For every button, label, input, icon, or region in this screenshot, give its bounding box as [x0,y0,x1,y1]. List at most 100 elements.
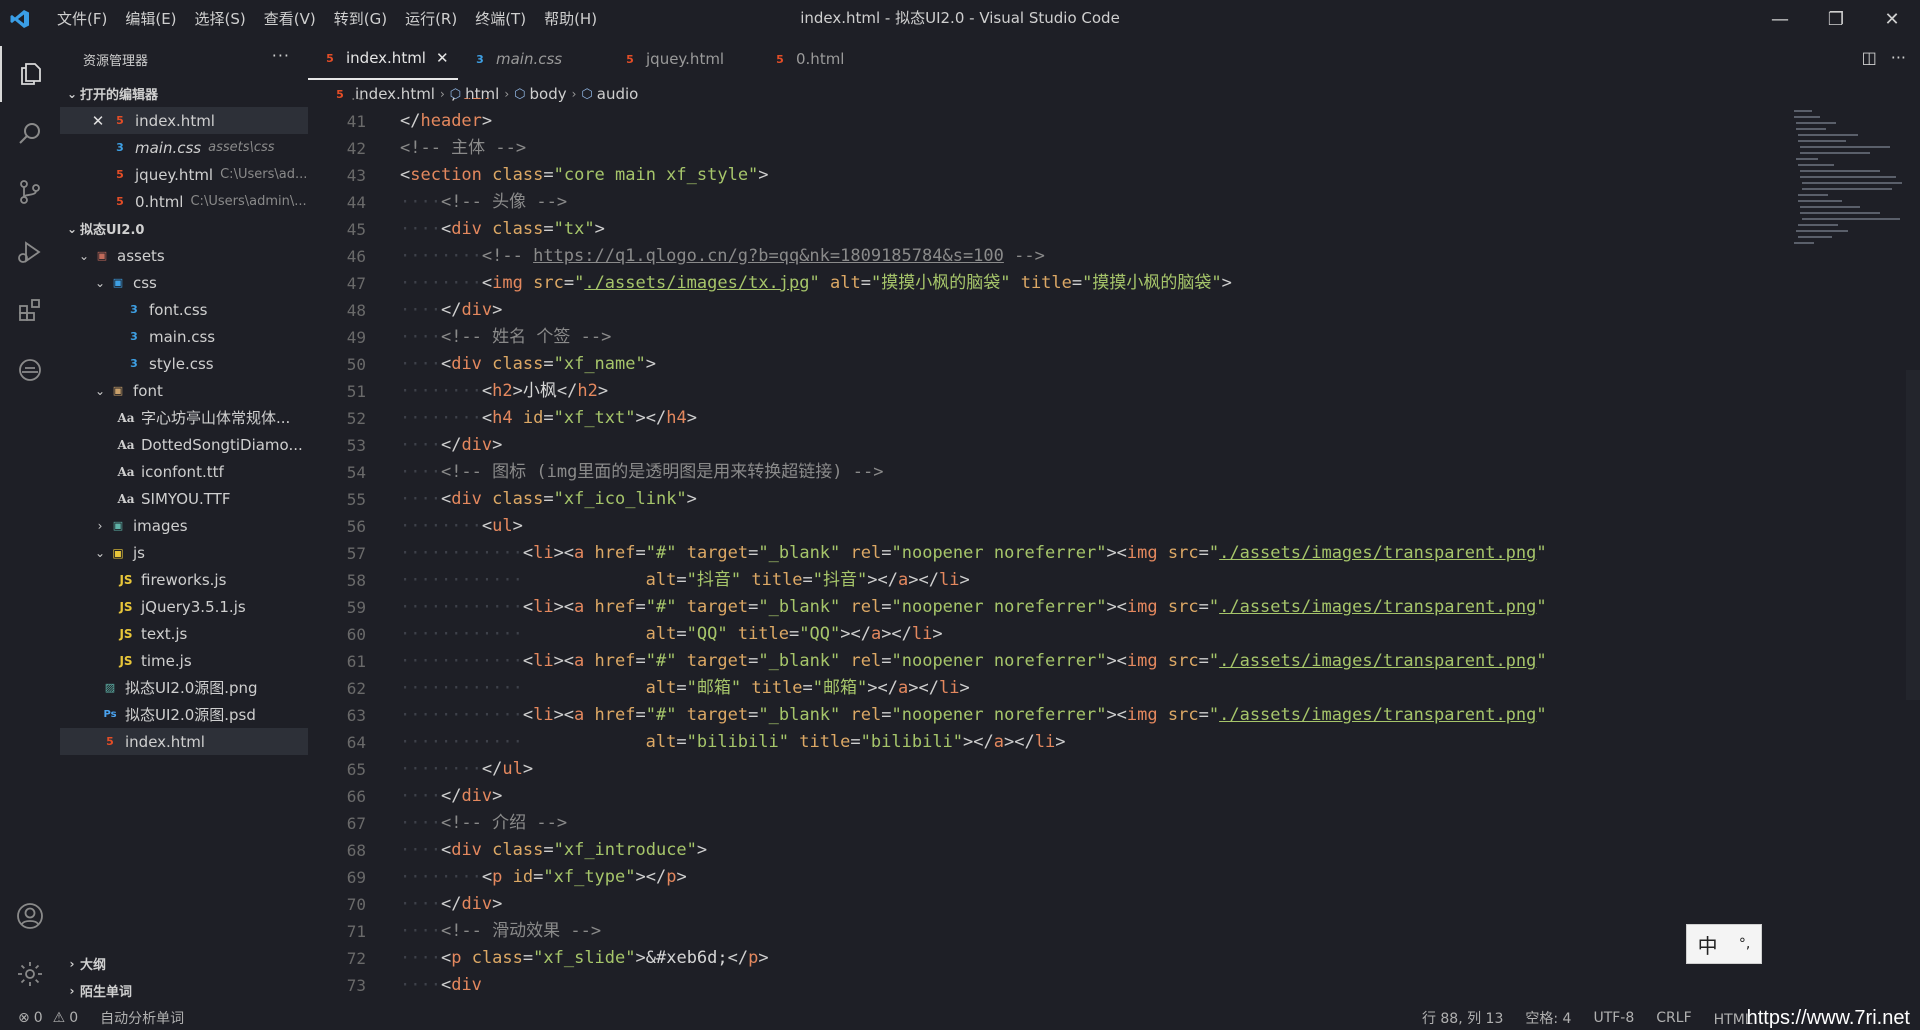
open-editor-item[interactable]: 5 0.html C:\Users\admin\... [60,188,308,215]
open-editor-item[interactable]: 3 main.css assets\css [60,134,308,161]
code-line: 72 ····<p class="xf_slide">&#xeb6d;</p> [308,945,1788,972]
split-editor-icon[interactable]: ◫ [1862,48,1877,67]
ime-toolbar[interactable]: 中 °, [1686,924,1762,964]
line-ending[interactable]: CRLF [1656,1010,1691,1026]
folder-js[interactable]: ⌄ ▣ js [60,539,308,566]
file-item[interactable]: JS time.js [60,647,308,674]
src-link[interactable]: ./assets/images/transparent.png [1219,651,1536,671]
attr-value: "#" [645,651,677,671]
chevron-down-icon: ⌄ [94,275,106,290]
menu-go[interactable]: 转到(G) [325,0,396,38]
tab-index-html[interactable]: 5 index.html ✕ [308,38,458,80]
tab-label: jquey.html [646,50,725,68]
src-link[interactable]: ./assets/images/transparent.png [1219,597,1536,617]
file-item[interactable]: JS text.js [60,620,308,647]
search-icon[interactable] [0,106,60,162]
tab-jquey-html[interactable]: 5 jquey.html [608,38,758,80]
open-editor-item[interactable]: ✕ 5 index.html [60,107,308,134]
tab-main-css[interactable]: 3 main.css [458,38,608,80]
file-name: DottedSongtiDiamo... [141,435,303,454]
file-item[interactable]: JS fireworks.js [60,566,308,593]
file-item[interactable]: Aa SIMYOU.TTF [60,485,308,512]
warning-count[interactable]: 0 [69,1010,78,1026]
src-link[interactable]: ./assets/images/transparent.png [1219,705,1536,725]
sidebar-header: 资源管理器 ··· [60,38,308,80]
more-actions-icon[interactable]: ··· [1891,48,1906,67]
error-icon[interactable]: ⊗ [18,1010,30,1026]
menu-terminal[interactable]: 终端(T) [466,0,535,38]
ime-mode[interactable]: 中 [1698,930,1718,959]
restore-icon[interactable]: ❐ [1808,0,1864,38]
file-item[interactable]: 3 style.css [60,350,308,377]
explorer-icon[interactable] [0,46,60,102]
line-number: 67 [346,814,366,833]
outline-section[interactable]: › 大纲 [60,950,308,977]
open-editors-section[interactable]: ⌄ 打开的编辑器 [60,80,308,107]
run-debug-icon[interactable] [0,224,60,280]
menu-help[interactable]: 帮助(H) [535,0,606,38]
html-file-icon: 5 [116,114,124,127]
close-icon[interactable]: ✕ [88,112,108,130]
title-bar: 文件(F) 编辑(E) 选择(S) 查看(V) 转到(G) 运行(R) 终端(T… [0,0,1920,38]
close-window-icon[interactable]: ✕ [1864,0,1920,38]
close-icon[interactable]: ✕ [436,49,449,67]
cursor-position[interactable]: 行 88, 列 13 [1422,1008,1503,1028]
settings-gear-icon[interactable] [0,946,60,1002]
file-item[interactable]: Ps 拟态UI2.0源图.psd [60,701,308,728]
tab-0-html[interactable]: 5 0.html [758,38,888,80]
vertical-scrollbar[interactable] [1906,370,1920,700]
file-name: fireworks.js [141,570,227,589]
project-section[interactable]: ⌄ 拟态UI2.0 [60,215,308,242]
account-icon[interactable] [0,888,60,944]
folder-assets[interactable]: ⌄ ▣ assets [60,242,308,269]
menu-view[interactable]: 查看(V) [255,0,325,38]
words-section[interactable]: › 陌生单词 [60,977,308,1004]
file-item[interactable]: JS jQuery3.5.1.js [60,593,308,620]
menu-bar: 文件(F) 编辑(E) 选择(S) 查看(V) 转到(G) 运行(R) 终端(T… [48,0,606,38]
menu-run[interactable]: 运行(R) [396,0,466,38]
file-item[interactable]: ▨ 拟态UI2.0源图.png [60,674,308,701]
indentation[interactable]: 空格: 4 [1525,1008,1571,1028]
font-file-icon: Aa [117,437,135,452]
code-editor[interactable]: 40····</div> 41</header> 42 <!-- 主体 --> 4… [308,98,1788,1004]
status-right: 行 88, 列 13 空格: 4 UTF-8 CRLF HTMLhttps://… [1422,1006,1920,1030]
file-name: 字心坊亭山体常规体... [141,409,291,427]
minimap[interactable] [1790,108,1910,308]
encoding[interactable]: UTF-8 [1593,1010,1634,1026]
remote-explorer-icon[interactable] [0,342,60,398]
file-item[interactable]: 5 index.html [60,728,308,755]
file-item[interactable]: Aa DottedSongtiDiamo... [60,431,308,458]
menu-selection[interactable]: 选择(S) [186,0,255,38]
error-count[interactable]: 0 [34,1010,43,1026]
open-editor-item[interactable]: 5 jquey.html C:\Users\ad... [60,161,308,188]
comment-link[interactable]: https://q1.qlogo.cn/g?b=qq&nk=1809185784… [533,246,1004,266]
css-file-icon: 3 [130,303,138,316]
code-line: 56 ········<ul> [308,513,1788,540]
ime-punctuation[interactable]: °, [1739,936,1750,952]
menu-edit[interactable]: 编辑(E) [116,0,185,38]
file-item[interactable]: Aa 字心坊亭山体常规体... [60,404,308,431]
more-actions-icon[interactable]: ··· [272,46,290,65]
src-link[interactable]: ./assets/images/transparent.png [1219,543,1536,563]
source-control-icon[interactable] [0,164,60,220]
folder-font[interactable]: ⌄ ▣ font [60,377,308,404]
extensions-icon[interactable] [0,282,60,338]
folder-css[interactable]: ⌄ ▣ css [60,269,308,296]
file-item[interactable]: 3 main.css [60,323,308,350]
file-item[interactable]: Aa iconfont.ttf [60,458,308,485]
comment-text: <!-- 姓名 个签 --> [440,327,612,347]
warning-icon[interactable]: ⚠ [53,1010,66,1026]
language-mode[interactable]: HTMLhttps://www.7ri.net [1714,1007,1910,1030]
file-item[interactable]: 3 font.css [60,296,308,323]
code-line: 68 ····<div class="xf_introduce"> [308,837,1788,864]
line-number: 63 [346,706,366,725]
src-link[interactable]: ./assets/images/tx.jpg [584,273,809,293]
tab-label: 0.html [796,50,845,68]
attr-value: "摸摸小枫的脑袋" [1082,273,1222,293]
minimize-icon[interactable]: — [1752,0,1808,38]
code-line: 71 ····<!-- 滑动效果 --> [308,918,1788,945]
auto-analyze-item[interactable]: 自动分析单词 [100,1008,184,1028]
code-line: 61 ············<li><a href="#" target="_b… [308,648,1788,675]
folder-images[interactable]: › ▣ images [60,512,308,539]
menu-file[interactable]: 文件(F) [48,0,116,38]
